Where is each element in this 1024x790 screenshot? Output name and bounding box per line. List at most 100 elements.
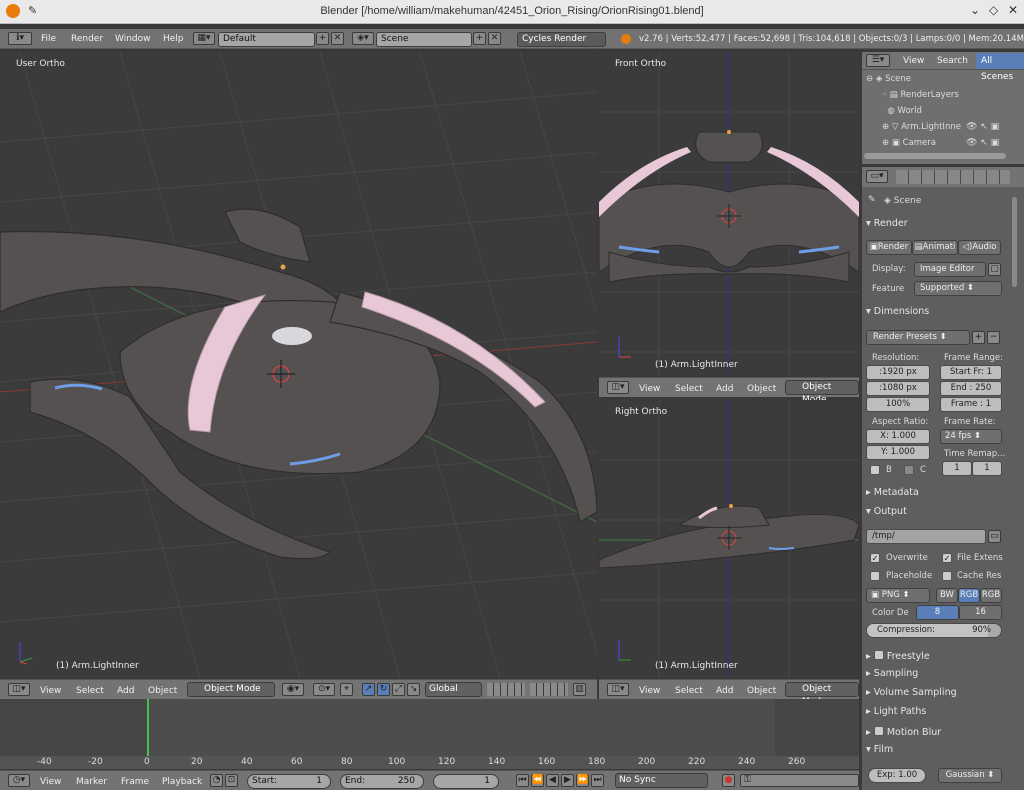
visibility-eye-icon[interactable]: 👁 ↖ ▣ — [966, 138, 999, 148]
menu-help[interactable]: Help — [163, 34, 184, 44]
jump-start-icon[interactable]: ⏮ — [516, 774, 529, 787]
scale-icon[interactable]: ⤢ — [392, 683, 405, 696]
outliner-item-armature[interactable]: ⊕ ▽ Arm.LightInne — [882, 122, 961, 132]
menu-add[interactable]: Add — [716, 686, 733, 696]
editor-type-icon[interactable]: ◫▾ — [607, 683, 629, 696]
editor-type-icon[interactable]: ◷▾ — [8, 774, 30, 787]
record-icon[interactable]: ● — [722, 774, 735, 787]
menu-marker[interactable]: Marker — [76, 777, 107, 787]
transform-orientation-icon[interactable]: ↘ — [407, 683, 420, 696]
timeline-area[interactable]: -40 -20 0 20 40 60 80 100 120 140 160 18… — [0, 699, 859, 769]
render-button[interactable]: ▣Render — [866, 240, 912, 255]
timeline-playhead[interactable] — [147, 699, 149, 756]
audio-button[interactable]: ◁)Audio — [958, 240, 1001, 255]
menu-frame[interactable]: Frame — [121, 777, 149, 787]
film-exposure-field[interactable]: Exp: 1.00 — [868, 768, 926, 783]
lock-layers-icon[interactable]: ▥ — [573, 683, 586, 696]
properties-scrollbar[interactable] — [1012, 197, 1017, 287]
layers-grid-b[interactable] — [530, 683, 568, 696]
overwrite-checkbox[interactable]: ✓ — [870, 553, 880, 563]
panel-freestyle-header[interactable]: ▸ Freestyle — [866, 649, 1006, 666]
menu-select[interactable]: Select — [675, 686, 703, 696]
jump-keyframe-forward-icon[interactable]: ⏩ — [576, 774, 589, 787]
menu-file[interactable]: File — [41, 34, 56, 44]
menu-view[interactable]: View — [40, 777, 61, 787]
panel-film-header[interactable]: ▾ Film — [866, 744, 1006, 761]
crop-checkbox[interactable] — [904, 465, 914, 475]
compression-slider[interactable]: Compression: 90% — [866, 623, 1002, 638]
menu-view[interactable]: View — [639, 384, 660, 394]
color-depth-16-button[interactable]: 16 — [959, 605, 1002, 620]
mode-select[interactable]: Object Mode — [785, 380, 859, 405]
play-reverse-icon[interactable]: ◀ — [546, 774, 559, 787]
panel-volume-sampling-header[interactable]: ▸ Volume Sampling — [866, 687, 1006, 704]
resolution-y-field[interactable]: :1080 px — [866, 381, 930, 396]
outliner-item-camera[interactable]: ⊕ ▣ Camera — [882, 138, 936, 148]
translate-icon[interactable]: ↗ — [362, 683, 375, 696]
motion-blur-checkbox[interactable] — [873, 726, 884, 736]
outliner-item-world[interactable]: ◍ World — [882, 106, 922, 116]
pin-icon[interactable]: ✎ — [868, 195, 876, 205]
shading-icon[interactable]: ◉▾ — [282, 683, 304, 696]
preset-remove-icon[interactable]: − — [987, 331, 1000, 344]
minimize-icon[interactable]: ⌄ — [970, 3, 980, 17]
jump-end-icon[interactable]: ⏭ — [591, 774, 604, 787]
outliner-scrollbar[interactable] — [864, 153, 1006, 159]
outliner-item-renderlayers[interactable]: ◦ ▤ RenderLayers — [882, 90, 959, 100]
visibility-eye-icon[interactable]: 👁 ↖ ▣ — [966, 122, 999, 132]
frame-step-field[interactable]: Frame : 1 — [940, 397, 1002, 412]
keying-set-icon[interactable]: ⚿ — [740, 774, 859, 787]
maximize-icon[interactable]: ◇ — [989, 3, 998, 17]
menu-add[interactable]: Add — [716, 384, 733, 394]
outliner-tab-search[interactable]: Search — [937, 56, 968, 66]
properties-context-tabs[interactable] — [896, 170, 1010, 184]
frame-start-field[interactable]: Start Fr: 1 — [940, 365, 1002, 380]
aspect-x-field[interactable]: X: 1.000 — [866, 429, 930, 444]
layout-add-icon[interactable]: + — [316, 32, 329, 45]
lock-icon[interactable]: ⊡ — [225, 774, 238, 787]
panel-render-header[interactable]: ▾ Render — [866, 218, 1006, 235]
menu-window[interactable]: Window — [115, 34, 151, 44]
properties-editor-icon[interactable]: ▭▾ — [866, 170, 888, 183]
color-bw-button[interactable]: BW — [936, 588, 958, 603]
viewport-right-ortho[interactable]: Right Ortho (1) Arm.LightInner — [599, 400, 859, 678]
freestyle-checkbox[interactable] — [873, 650, 884, 660]
file-extensions-checkbox[interactable]: ✓ — [942, 553, 952, 563]
color-rgba-button[interactable]: RGB — [980, 588, 1002, 603]
display-select[interactable]: Image Editor — [914, 262, 986, 277]
menu-view[interactable]: View — [40, 686, 61, 696]
mode-select[interactable]: Object Mode — [187, 682, 275, 697]
menu-view[interactable]: View — [639, 686, 660, 696]
mode-select[interactable]: Object Mode — [785, 682, 859, 707]
animation-button[interactable]: ▤Animati — [912, 240, 958, 255]
jump-keyframe-back-icon[interactable]: ⏪ — [531, 774, 544, 787]
panel-motion-blur-header[interactable]: ▸ Motion Blur — [866, 725, 1006, 742]
output-path-field[interactable]: /tmp/ — [866, 529, 986, 544]
menu-playback[interactable]: Playback — [162, 777, 202, 787]
current-frame-field[interactable]: 1 — [433, 774, 499, 789]
menu-add[interactable]: Add — [117, 686, 134, 696]
close-icon[interactable]: ✕ — [1008, 3, 1018, 17]
border-checkbox[interactable] — [870, 465, 880, 475]
outliner-tab-all-scenes[interactable]: All Scenes — [976, 53, 1024, 82]
file-format-select[interactable]: ▣ PNG ⬍ — [866, 588, 930, 603]
start-frame-field[interactable]: Start: 1 — [247, 774, 331, 789]
resolution-percent-field[interactable]: 100% — [866, 397, 930, 412]
info-editor-icon[interactable]: ℹ▾ — [8, 32, 32, 45]
viewport-front-ortho[interactable]: Front Ortho (1) Arm.LightInner — [599, 52, 859, 375]
color-depth-8-button[interactable]: 8 — [916, 605, 959, 620]
menu-select[interactable]: Select — [76, 686, 104, 696]
sync-select[interactable]: No Sync — [615, 773, 708, 788]
menu-object[interactable]: Object — [747, 686, 776, 696]
editor-type-icon[interactable]: ◫▾ — [607, 381, 629, 394]
fps-select[interactable]: 24 fps ⬍ — [940, 429, 1002, 444]
feature-select[interactable]: Supported ⬍ — [914, 281, 1002, 296]
scene-remove-icon[interactable]: ✕ — [488, 32, 501, 45]
placeholders-checkbox[interactable] — [870, 571, 880, 581]
aspect-y-field[interactable]: Y: 1.000 — [866, 445, 930, 460]
menu-object[interactable]: Object — [747, 384, 776, 394]
outliner-tab-view[interactable]: View — [903, 56, 924, 66]
layout-remove-icon[interactable]: ✕ — [331, 32, 344, 45]
layers-grid-a[interactable] — [487, 683, 525, 696]
orientation-select[interactable]: Global — [425, 682, 482, 697]
